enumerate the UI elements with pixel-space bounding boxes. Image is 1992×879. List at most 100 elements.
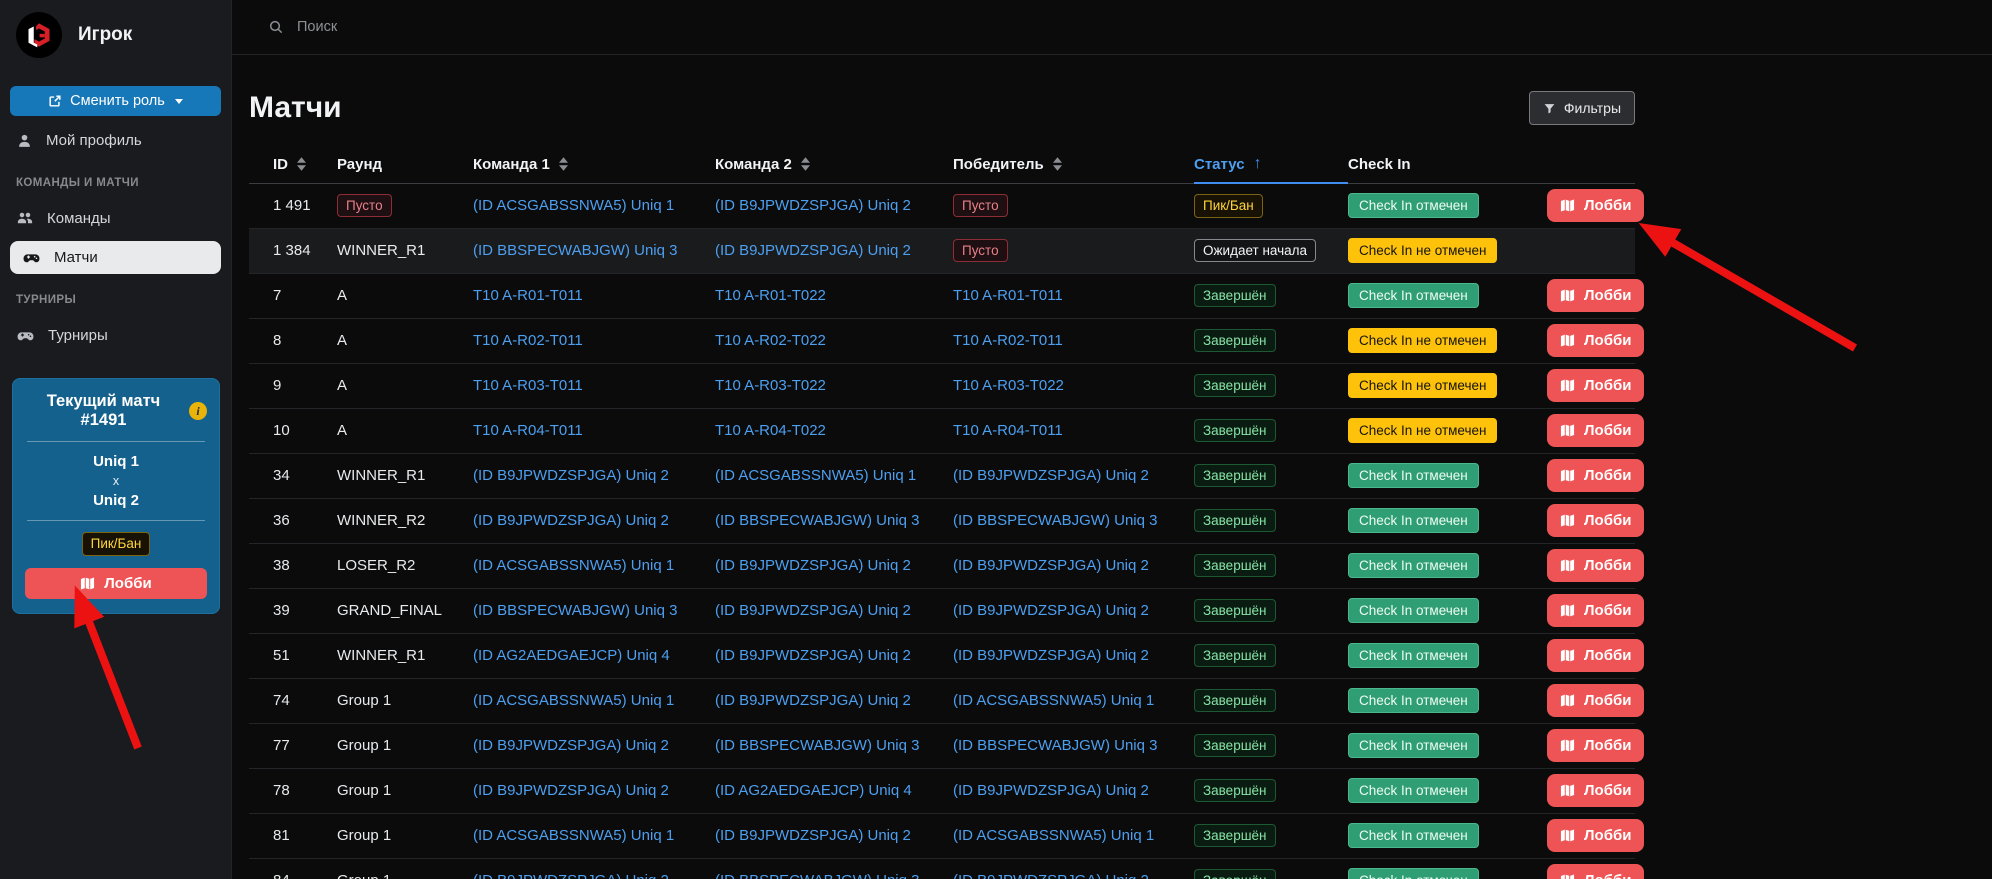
team2-link[interactable]: T10 A-R01-T022 xyxy=(715,287,826,304)
lobby-button[interactable]: Лобби xyxy=(1547,639,1644,672)
winner-link[interactable]: (ID ACSGABSSNWA5) Uniq 1 xyxy=(953,827,1154,844)
checkin-cell: Check In отмечен xyxy=(1348,768,1547,813)
column-header-ID[interactable]: ID xyxy=(249,146,337,183)
column-header-Раунд[interactable]: Раунд xyxy=(337,146,473,183)
lobby-button[interactable]: Лобби xyxy=(25,568,207,599)
team2-link[interactable]: (ID B9JPWDZSPJGA) Uniq 2 xyxy=(715,557,911,574)
winner-link[interactable]: (ID B9JPWDZSPJGA) Uniq 2 xyxy=(953,872,1149,879)
team1-link[interactable]: T10 A-R04-T011 xyxy=(473,422,583,439)
sidebar-item-profile[interactable]: Мой профиль xyxy=(0,124,231,157)
winner-link[interactable]: (ID B9JPWDZSPJGA) Uniq 2 xyxy=(953,467,1149,484)
team2-link[interactable]: (ID B9JPWDZSPJGA) Uniq 2 xyxy=(715,647,911,664)
team2-link[interactable]: T10 A-R04-T022 xyxy=(715,422,826,439)
team2-link[interactable]: (ID B9JPWDZSPJGA) Uniq 2 xyxy=(715,692,911,709)
team2-link[interactable]: T10 A-R03-T022 xyxy=(715,377,826,394)
round-cell: Group 1 xyxy=(337,768,473,813)
team1-link[interactable]: (ID B9JPWDZSPJGA) Uniq 2 xyxy=(473,872,669,879)
team2-link[interactable]: (ID B9JPWDZSPJGA) Uniq 2 xyxy=(715,197,911,214)
team1-link[interactable]: T10 A-R01-T011 xyxy=(473,287,583,304)
winner-link[interactable]: (ID BBSPECWABJGW) Uniq 3 xyxy=(953,737,1157,754)
status-cell: Завершён xyxy=(1194,543,1348,588)
team2-link[interactable]: (ID BBSPECWABJGW) Uniq 3 xyxy=(715,872,919,879)
round-cell: Group 1 xyxy=(337,858,473,879)
sidebar: Игрок Сменить роль Мой профиль КОМАНДЫ И… xyxy=(0,0,232,879)
team1-link[interactable]: (ID BBSPECWABJGW) Uniq 3 xyxy=(473,242,677,259)
winner-link[interactable]: (ID B9JPWDZSPJGA) Uniq 2 xyxy=(953,782,1149,799)
team2-link[interactable]: (ID BBSPECWABJGW) Uniq 3 xyxy=(715,737,919,754)
winner-link[interactable]: T10 A-R03-T022 xyxy=(953,377,1064,394)
lobby-button[interactable]: Лобби xyxy=(1547,819,1644,852)
team1-link[interactable]: (ID B9JPWDZSPJGA) Uniq 2 xyxy=(473,737,669,754)
winner-link[interactable]: (ID B9JPWDZSPJGA) Uniq 2 xyxy=(953,647,1149,664)
team2-link[interactable]: (ID B9JPWDZSPJGA) Uniq 2 xyxy=(715,242,911,259)
winner-link[interactable]: (ID BBSPECWABJGW) Uniq 3 xyxy=(953,512,1157,529)
winner-cell: (ID ACSGABSSNWA5) Uniq 1 xyxy=(953,813,1194,858)
winner-cell: Пусто xyxy=(953,228,1194,273)
yes-badge: Check In отмечен xyxy=(1348,193,1479,219)
team1-link[interactable]: (ID B9JPWDZSPJGA) Uniq 2 xyxy=(473,512,669,529)
lobby-button[interactable]: Лобби xyxy=(1547,369,1644,402)
table-row: 36WINNER_R2(ID B9JPWDZSPJGA) Uniq 2(ID B… xyxy=(249,498,1635,543)
winner-link[interactable]: T10 A-R04-T011 xyxy=(953,422,1063,439)
actions-cell: Лобби xyxy=(1547,723,1635,768)
lobby-button[interactable]: Лобби xyxy=(1547,504,1644,537)
winner-link[interactable]: (ID B9JPWDZSPJGA) Uniq 2 xyxy=(953,602,1149,619)
round-cell: WINNER_R1 xyxy=(337,633,473,678)
winner-link[interactable]: (ID B9JPWDZSPJGA) Uniq 2 xyxy=(953,557,1149,574)
lobby-button[interactable]: Лобби xyxy=(1547,324,1644,357)
team1-link[interactable]: (ID ACSGABSSNWA5) Uniq 1 xyxy=(473,692,674,709)
column-header-Команда 2[interactable]: Команда 2 xyxy=(715,146,953,183)
team1-link[interactable]: T10 A-R03-T011 xyxy=(473,377,583,394)
yes-badge: Check In отмечен xyxy=(1348,553,1479,579)
info-icon[interactable]: i xyxy=(189,402,207,420)
search-input[interactable] xyxy=(297,19,817,35)
winner-link[interactable]: (ID ACSGABSSNWA5) Uniq 1 xyxy=(953,692,1154,709)
team2-link[interactable]: (ID AG2AEDGAEJCP) Uniq 4 xyxy=(715,782,912,799)
lobby-button[interactable]: Лобби xyxy=(1547,189,1644,222)
external-link-icon xyxy=(48,94,62,108)
team2-link[interactable]: (ID ACSGABSSNWA5) Uniq 1 xyxy=(715,467,916,484)
winner-cell: (ID B9JPWDZSPJGA) Uniq 2 xyxy=(953,588,1194,633)
team1-link[interactable]: (ID B9JPWDZSPJGA) Uniq 2 xyxy=(473,467,669,484)
team1-link[interactable]: (ID ACSGABSSNWA5) Uniq 1 xyxy=(473,557,674,574)
checkin-cell: Check In отмечен xyxy=(1348,273,1547,318)
team1-link[interactable]: (ID ACSGABSSNWA5) Uniq 1 xyxy=(473,197,674,214)
sidebar-item-matches[interactable]: Матчи xyxy=(10,241,221,274)
team2-cell: (ID B9JPWDZSPJGA) Uniq 2 xyxy=(715,813,953,858)
match-id-cell: 51 xyxy=(249,633,337,678)
match-id-cell: 34 xyxy=(249,453,337,498)
lobby-button[interactable]: Лобби xyxy=(1547,594,1644,627)
checkin-cell: Check In отмечен xyxy=(1348,813,1547,858)
lobby-button[interactable]: Лобби xyxy=(1547,729,1644,762)
lobby-button[interactable]: Лобби xyxy=(1547,414,1644,447)
column-header-Команда 1[interactable]: Команда 1 xyxy=(473,146,715,183)
table-row: 10AT10 A-R04-T011T10 A-R04-T022T10 A-R04… xyxy=(249,408,1635,453)
map-icon xyxy=(1560,738,1575,753)
lobby-button[interactable]: Лобби xyxy=(1547,279,1644,312)
column-header-Check In[interactable]: Check In xyxy=(1348,146,1547,183)
sidebar-item-teams[interactable]: Команды xyxy=(0,201,231,235)
team2-link[interactable]: (ID B9JPWDZSPJGA) Uniq 2 xyxy=(715,602,911,619)
column-header-Победитель[interactable]: Победитель xyxy=(953,146,1194,183)
lobby-button[interactable]: Лобби xyxy=(1547,549,1644,582)
column-header-Статус[interactable]: Статус↑ xyxy=(1194,146,1348,183)
team2-link[interactable]: T10 A-R02-T022 xyxy=(715,332,826,349)
winner-cell: (ID ACSGABSSNWA5) Uniq 1 xyxy=(953,678,1194,723)
winner-link[interactable]: T10 A-R01-T011 xyxy=(953,287,1063,304)
team2-link[interactable]: (ID BBSPECWABJGW) Uniq 3 xyxy=(715,512,919,529)
lobby-button[interactable]: Лобби xyxy=(1547,864,1644,879)
winner-link[interactable]: T10 A-R02-T011 xyxy=(953,332,1063,349)
filters-button[interactable]: Фильтры xyxy=(1529,91,1635,125)
lobby-button[interactable]: Лобби xyxy=(1547,684,1644,717)
lobby-button[interactable]: Лобби xyxy=(1547,459,1644,492)
switch-role-button[interactable]: Сменить роль xyxy=(10,86,221,116)
lobby-button[interactable]: Лобби xyxy=(1547,774,1644,807)
team2-link[interactable]: (ID B9JPWDZSPJGA) Uniq 2 xyxy=(715,827,911,844)
team1-link[interactable]: (ID ACSGABSSNWA5) Uniq 1 xyxy=(473,827,674,844)
team1-link[interactable]: (ID BBSPECWABJGW) Uniq 3 xyxy=(473,602,677,619)
actions-cell: Лобби xyxy=(1547,318,1635,363)
team1-link[interactable]: T10 A-R02-T011 xyxy=(473,332,583,349)
team1-link[interactable]: (ID AG2AEDGAEJCP) Uniq 4 xyxy=(473,647,670,664)
team1-link[interactable]: (ID B9JPWDZSPJGA) Uniq 2 xyxy=(473,782,669,799)
sidebar-item-tournaments[interactable]: Турниры xyxy=(0,318,231,353)
